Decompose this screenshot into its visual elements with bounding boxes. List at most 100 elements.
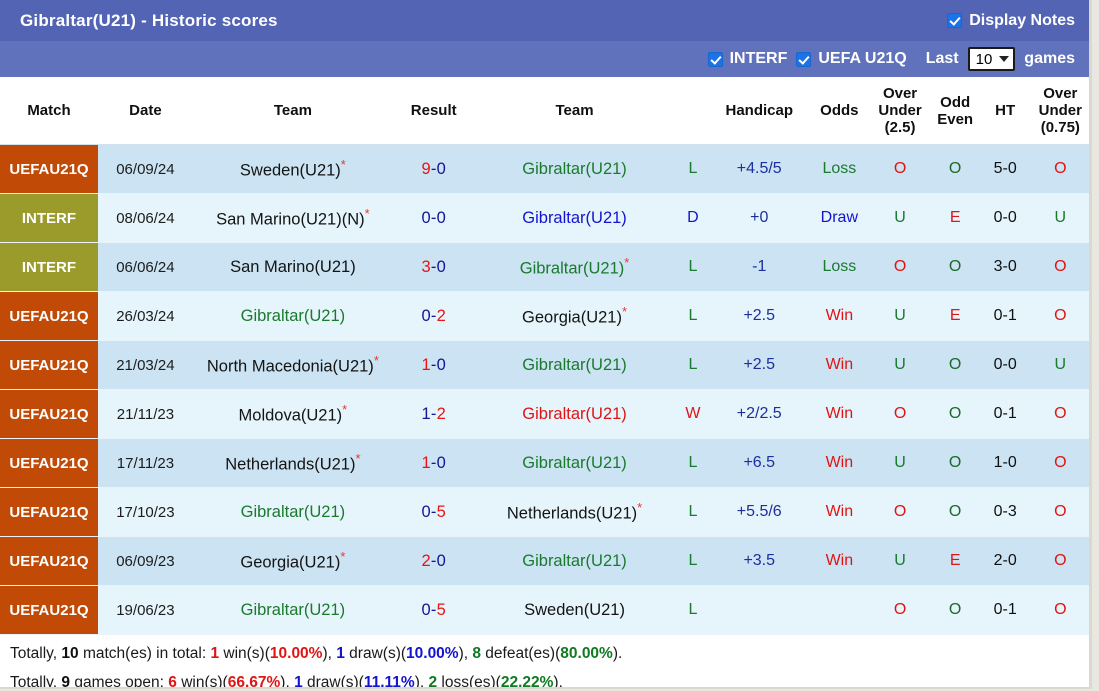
cell-match: INTERF bbox=[0, 193, 98, 243]
cell-handicap: +5.5/6 bbox=[711, 487, 808, 537]
table-row[interactable]: UEFA U21Q 06/09/24 Sweden(U21)* 9-0 Gibraltar… bbox=[0, 144, 1089, 194]
table-row[interactable]: UEFA U21Q 26/03/24 Gibraltar(U21) 0-2 Georgia… bbox=[0, 291, 1089, 341]
cell-home-team[interactable]: Moldova(U21)* bbox=[192, 389, 393, 439]
col-handicap[interactable]: Handicap bbox=[711, 77, 808, 145]
match-type-badge: UEFA U21Q bbox=[0, 586, 98, 634]
cell-date: 26/03/24 bbox=[97, 291, 193, 341]
s1-mid1: match(es) in total: bbox=[78, 645, 211, 662]
cell-match: INTERF bbox=[0, 242, 98, 292]
filter-interf[interactable]: INTERF bbox=[707, 50, 787, 68]
table-row[interactable]: INTERF 06/06/24 San Marino(U21) 3-0 Gibralta… bbox=[0, 242, 1089, 292]
match-type-badge: UEFA U21Q bbox=[0, 145, 98, 193]
s1-wins: 1 bbox=[210, 645, 220, 662]
cell-away-team[interactable]: Gibraltar(U21) bbox=[474, 389, 675, 439]
cell-home-team[interactable]: Sweden(U21)* bbox=[192, 144, 393, 194]
table-row[interactable]: UEFA U21Q 17/10/23 Gibraltar(U21) 0-5 Netherl… bbox=[0, 487, 1089, 537]
cell-result[interactable]: 0-0 bbox=[392, 193, 475, 243]
chevron-down-icon bbox=[999, 56, 1010, 62]
cell-odds: Win bbox=[807, 340, 872, 390]
cell-over-under-075: O bbox=[1028, 585, 1089, 635]
table-row[interactable]: UEFA U21Q 19/06/23 Gibraltar(U21) 0-5 Sweden(… bbox=[0, 585, 1089, 635]
cell-over-under-075: U bbox=[1028, 193, 1089, 243]
cell-result[interactable]: 0-5 bbox=[392, 585, 475, 635]
s1-mid4: draw(s)( bbox=[344, 645, 407, 662]
table-body: UEFA U21Q 06/09/24 Sweden(U21)* 9-0 Gibraltar… bbox=[0, 144, 1089, 635]
s2-draw-pct: 11.11% bbox=[363, 674, 415, 689]
cell-away-team[interactable]: Netherlands(U21)* bbox=[474, 487, 675, 537]
uefa-u21q-checkbox-icon[interactable] bbox=[796, 51, 812, 67]
cell-result[interactable]: 3-0 bbox=[392, 242, 475, 292]
games-count-select[interactable]: 10 bbox=[967, 47, 1016, 71]
cell-odds: Win bbox=[807, 389, 872, 439]
cell-result[interactable]: 1-0 bbox=[392, 340, 475, 390]
cell-wdl: L bbox=[674, 438, 712, 488]
cell-wdl: L bbox=[674, 144, 712, 194]
s1-defeat-pct: 80.00% bbox=[560, 645, 613, 662]
s2-loss-pct: 22.22% bbox=[500, 674, 554, 689]
cell-over-under-25: O bbox=[871, 585, 929, 635]
cell-result[interactable]: 2-0 bbox=[392, 536, 475, 586]
cell-result[interactable]: 1-2 bbox=[392, 389, 475, 439]
cell-match: UEFA U21Q bbox=[0, 340, 98, 390]
ou25-line3: (2.5) bbox=[884, 119, 916, 136]
cell-half-time: 0-1 bbox=[981, 291, 1029, 341]
interf-checkbox-icon[interactable] bbox=[707, 51, 723, 67]
match-type-badge: UEFA U21Q bbox=[0, 537, 98, 585]
col-over-under-075[interactable]: Over Under (0.75) bbox=[1028, 77, 1089, 145]
cell-half-time: 5-0 bbox=[981, 144, 1029, 194]
cell-result[interactable]: 0-5 bbox=[392, 487, 475, 537]
cell-date: 08/06/24 bbox=[97, 193, 193, 243]
s2-draws: 1 bbox=[294, 674, 303, 689]
col-ht[interactable]: HT bbox=[981, 77, 1029, 145]
cell-home-team[interactable]: Georgia(U21)* bbox=[192, 536, 393, 586]
display-notes-checkbox-icon[interactable] bbox=[947, 13, 963, 28]
table-row[interactable]: UEFA U21Q 21/11/23 Moldova(U21)* 1-2 Gibralta… bbox=[0, 389, 1089, 439]
cell-home-team[interactable]: Netherlands(U21)* bbox=[192, 438, 393, 488]
away-star-icon: * bbox=[621, 304, 628, 320]
cell-away-team[interactable]: Georgia(U21)* bbox=[474, 291, 675, 341]
col-team-home[interactable]: Team bbox=[192, 77, 393, 145]
cell-over-under-25: U bbox=[871, 536, 929, 586]
cell-half-time: 0-3 bbox=[981, 487, 1029, 537]
col-match[interactable]: Match bbox=[0, 77, 98, 145]
s1-draw-pct: 10.00% bbox=[406, 645, 459, 662]
cell-home-team[interactable]: San Marino(U21) bbox=[192, 242, 393, 292]
cell-result[interactable]: 0-2 bbox=[392, 291, 475, 341]
display-notes-toggle[interactable]: Display Notes bbox=[947, 12, 1075, 30]
cell-away-team[interactable]: Gibraltar(U21) bbox=[474, 144, 675, 194]
col-odds[interactable]: Odds bbox=[807, 77, 872, 145]
ou075-line2: Under bbox=[1038, 102, 1082, 119]
cell-away-team[interactable]: Gibraltar(U21) bbox=[474, 193, 675, 243]
col-team-away[interactable]: Team bbox=[474, 77, 675, 145]
cell-home-team[interactable]: Gibraltar(U21) bbox=[192, 487, 393, 537]
cell-date: 17/11/23 bbox=[97, 438, 193, 488]
table-row[interactable]: UEFA U21Q 17/11/23 Netherlands(U21)* 1-0 Gibr… bbox=[0, 438, 1089, 488]
cell-result[interactable]: 1-0 bbox=[392, 438, 475, 488]
games-label: games bbox=[1024, 50, 1075, 67]
cell-over-under-25: O bbox=[871, 389, 929, 439]
col-date[interactable]: Date bbox=[97, 77, 193, 145]
cell-home-team[interactable]: San Marino(U21)(N)* bbox=[192, 193, 393, 243]
col-over-under-25[interactable]: Over Under (2.5) bbox=[871, 77, 929, 145]
cell-odd-even: O bbox=[928, 242, 982, 292]
filter-uefa-u21q[interactable]: UEFA U21Q bbox=[796, 50, 907, 68]
table-row[interactable]: INTERF 08/06/24 San Marino(U21)(N)* 0-0 Gibr… bbox=[0, 193, 1089, 243]
cell-odd-even: O bbox=[928, 144, 982, 194]
cell-away-team[interactable]: Sweden(U21) bbox=[474, 585, 675, 635]
cell-wdl: L bbox=[674, 242, 712, 292]
cell-odds: Loss bbox=[807, 144, 872, 194]
table-row[interactable]: UEFA U21Q 21/03/24 North Macedonia(U21)* 1-0… bbox=[0, 340, 1089, 390]
cell-away-team[interactable]: Gibraltar(U21) bbox=[474, 438, 675, 488]
cell-away-team[interactable]: Gibraltar(U21) bbox=[474, 340, 675, 390]
table-row[interactable]: UEFA U21Q 06/09/23 Georgia(U21)* 2-0 Gibralta… bbox=[0, 536, 1089, 586]
cell-odds: Draw bbox=[807, 193, 872, 243]
cell-home-team[interactable]: Gibraltar(U21) bbox=[192, 585, 393, 635]
cell-over-under-075: O bbox=[1028, 487, 1089, 537]
cell-away-team[interactable]: Gibraltar(U21) bbox=[474, 536, 675, 586]
col-result[interactable]: Result bbox=[392, 77, 475, 145]
col-odd-even[interactable]: Odd Even bbox=[928, 77, 982, 145]
cell-home-team[interactable]: Gibraltar(U21) bbox=[192, 291, 393, 341]
cell-home-team[interactable]: North Macedonia(U21)* bbox=[192, 340, 393, 390]
cell-away-team[interactable]: Gibraltar(U21)* bbox=[474, 242, 675, 292]
cell-result[interactable]: 9-0 bbox=[392, 144, 475, 194]
